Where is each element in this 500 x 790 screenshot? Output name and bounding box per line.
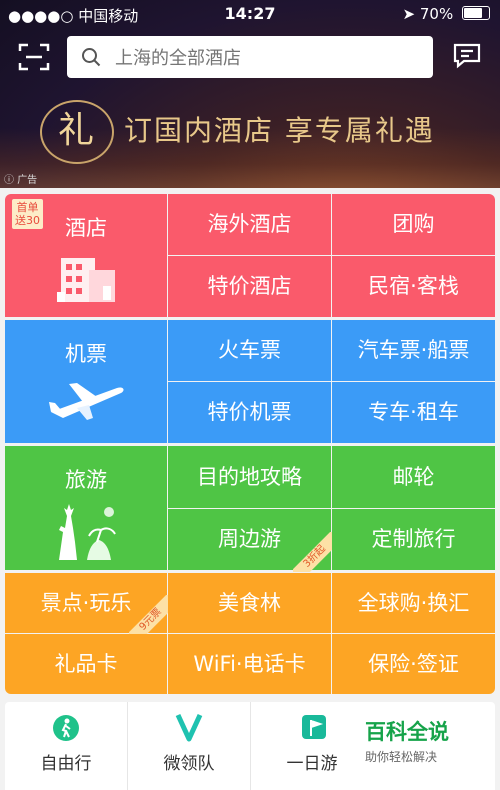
bus-ferry-tile[interactable]: 汽车票·船票 bbox=[332, 320, 495, 381]
day-tour-item[interactable]: 一日游 bbox=[251, 702, 373, 790]
v-logo-icon bbox=[175, 712, 203, 746]
ad-label-text: 广告 bbox=[17, 175, 38, 186]
hotel-title: 酒店 bbox=[65, 216, 107, 240]
top-banner[interactable]: ●●●●○ 中国移动 14:27 ➤ 70% 礼订国内酒店 享专属礼遇 ⓘ 广告 bbox=[0, 0, 500, 188]
discount-flight-tile[interactable]: 特价机票 bbox=[168, 382, 331, 443]
ticket-corner-badge: 9元票 bbox=[129, 595, 169, 635]
discount-hotel-tile[interactable]: 特价酒店 bbox=[168, 256, 331, 317]
micro-guide-label: 微领队 bbox=[163, 754, 215, 774]
flight-title: 机票 bbox=[65, 342, 107, 366]
statue-of-liberty-icon bbox=[49, 502, 125, 567]
micro-guide-item[interactable]: 微领队 bbox=[128, 702, 250, 790]
travel-tile[interactable]: 旅游 bbox=[5, 446, 167, 570]
location-arrow-icon: ➤ bbox=[402, 5, 416, 23]
destination-guide-tile[interactable]: 目的地攻略 bbox=[168, 446, 331, 508]
wifi-sim-tile[interactable]: WiFi·电话卡 bbox=[168, 634, 331, 694]
free-travel-label: 自由行 bbox=[40, 754, 92, 774]
watermark-subtitle: 助你轻松解决 bbox=[365, 750, 438, 764]
insurance-visa-tile[interactable]: 保险·签证 bbox=[332, 634, 495, 694]
walking-person-icon bbox=[52, 714, 80, 746]
search-icon bbox=[81, 47, 101, 71]
attractions-tile[interactable]: 景点·玩乐 9元票 bbox=[5, 573, 169, 635]
ad-label: ⓘ 广告 bbox=[4, 175, 38, 186]
train-ticket-tile[interactable]: 火车票 bbox=[168, 320, 331, 381]
ticket-corner-text: 9元票 bbox=[129, 595, 169, 635]
status-right: ➤ 70% bbox=[403, 5, 490, 23]
watermark-title: 百科全说 bbox=[365, 720, 449, 744]
group-buy-tile[interactable]: 团购 bbox=[332, 194, 495, 255]
homestay-tile[interactable]: 民宿·客栈 bbox=[332, 256, 495, 317]
battery-icon bbox=[462, 6, 490, 20]
scan-icon[interactable] bbox=[18, 42, 50, 72]
travel-title: 旅游 bbox=[65, 468, 107, 492]
gift-card-tile[interactable]: 礼品卡 bbox=[5, 634, 167, 694]
search-input[interactable] bbox=[113, 36, 417, 80]
flag-icon bbox=[301, 714, 327, 746]
cruise-tile[interactable]: 邮轮 bbox=[332, 446, 495, 508]
bottom-shortcuts: 自由行 微领队 一日游 百科全说 助你轻松解决 bbox=[5, 702, 495, 790]
banner-headline: 礼订国内酒店 享专属礼遇 bbox=[40, 100, 500, 164]
nearby-tour-label: 周边游 bbox=[218, 527, 281, 551]
discount-corner-badge: 3折起 bbox=[293, 532, 333, 572]
free-travel-item[interactable]: 自由行 bbox=[5, 702, 127, 790]
global-shopping-tile[interactable]: 全球购·换汇 bbox=[332, 573, 495, 633]
food-tile[interactable]: 美食林 bbox=[168, 573, 331, 633]
hotel-tile[interactable]: 首单 送30 酒店 bbox=[5, 194, 167, 317]
laurel-logo: 礼 bbox=[40, 100, 114, 164]
watermark: 百科全说 助你轻松解决 bbox=[365, 716, 495, 765]
status-bar: ●●●●○ 中国移动 14:27 ➤ 70% bbox=[0, 0, 500, 28]
custom-tour-tile[interactable]: 定制旅行 bbox=[332, 509, 495, 570]
flight-tile[interactable]: 机票 bbox=[5, 320, 167, 443]
battery-percent: 70% bbox=[419, 5, 454, 23]
banner-slogan: 订国内酒店 享专属礼遇 bbox=[124, 114, 435, 147]
car-rental-tile[interactable]: 专车·租车 bbox=[332, 382, 495, 443]
message-icon[interactable] bbox=[452, 42, 482, 70]
service-grid: 首单 送30 酒店 海外酒店 团购 特价酒店 民宿·客栈 机票 火车票 汽车票·… bbox=[5, 194, 495, 694]
search-bar[interactable] bbox=[67, 36, 433, 80]
overseas-hotel-tile[interactable]: 海外酒店 bbox=[168, 194, 331, 255]
attractions-label: 景点·玩乐 bbox=[40, 591, 132, 615]
discount-corner-text: 3折起 bbox=[293, 532, 333, 572]
hotel-building-icon bbox=[53, 252, 125, 309]
airplane-icon bbox=[47, 378, 127, 427]
day-tour-label: 一日游 bbox=[286, 754, 338, 774]
nearby-tour-tile[interactable]: 周边游 3折起 bbox=[168, 509, 333, 572]
